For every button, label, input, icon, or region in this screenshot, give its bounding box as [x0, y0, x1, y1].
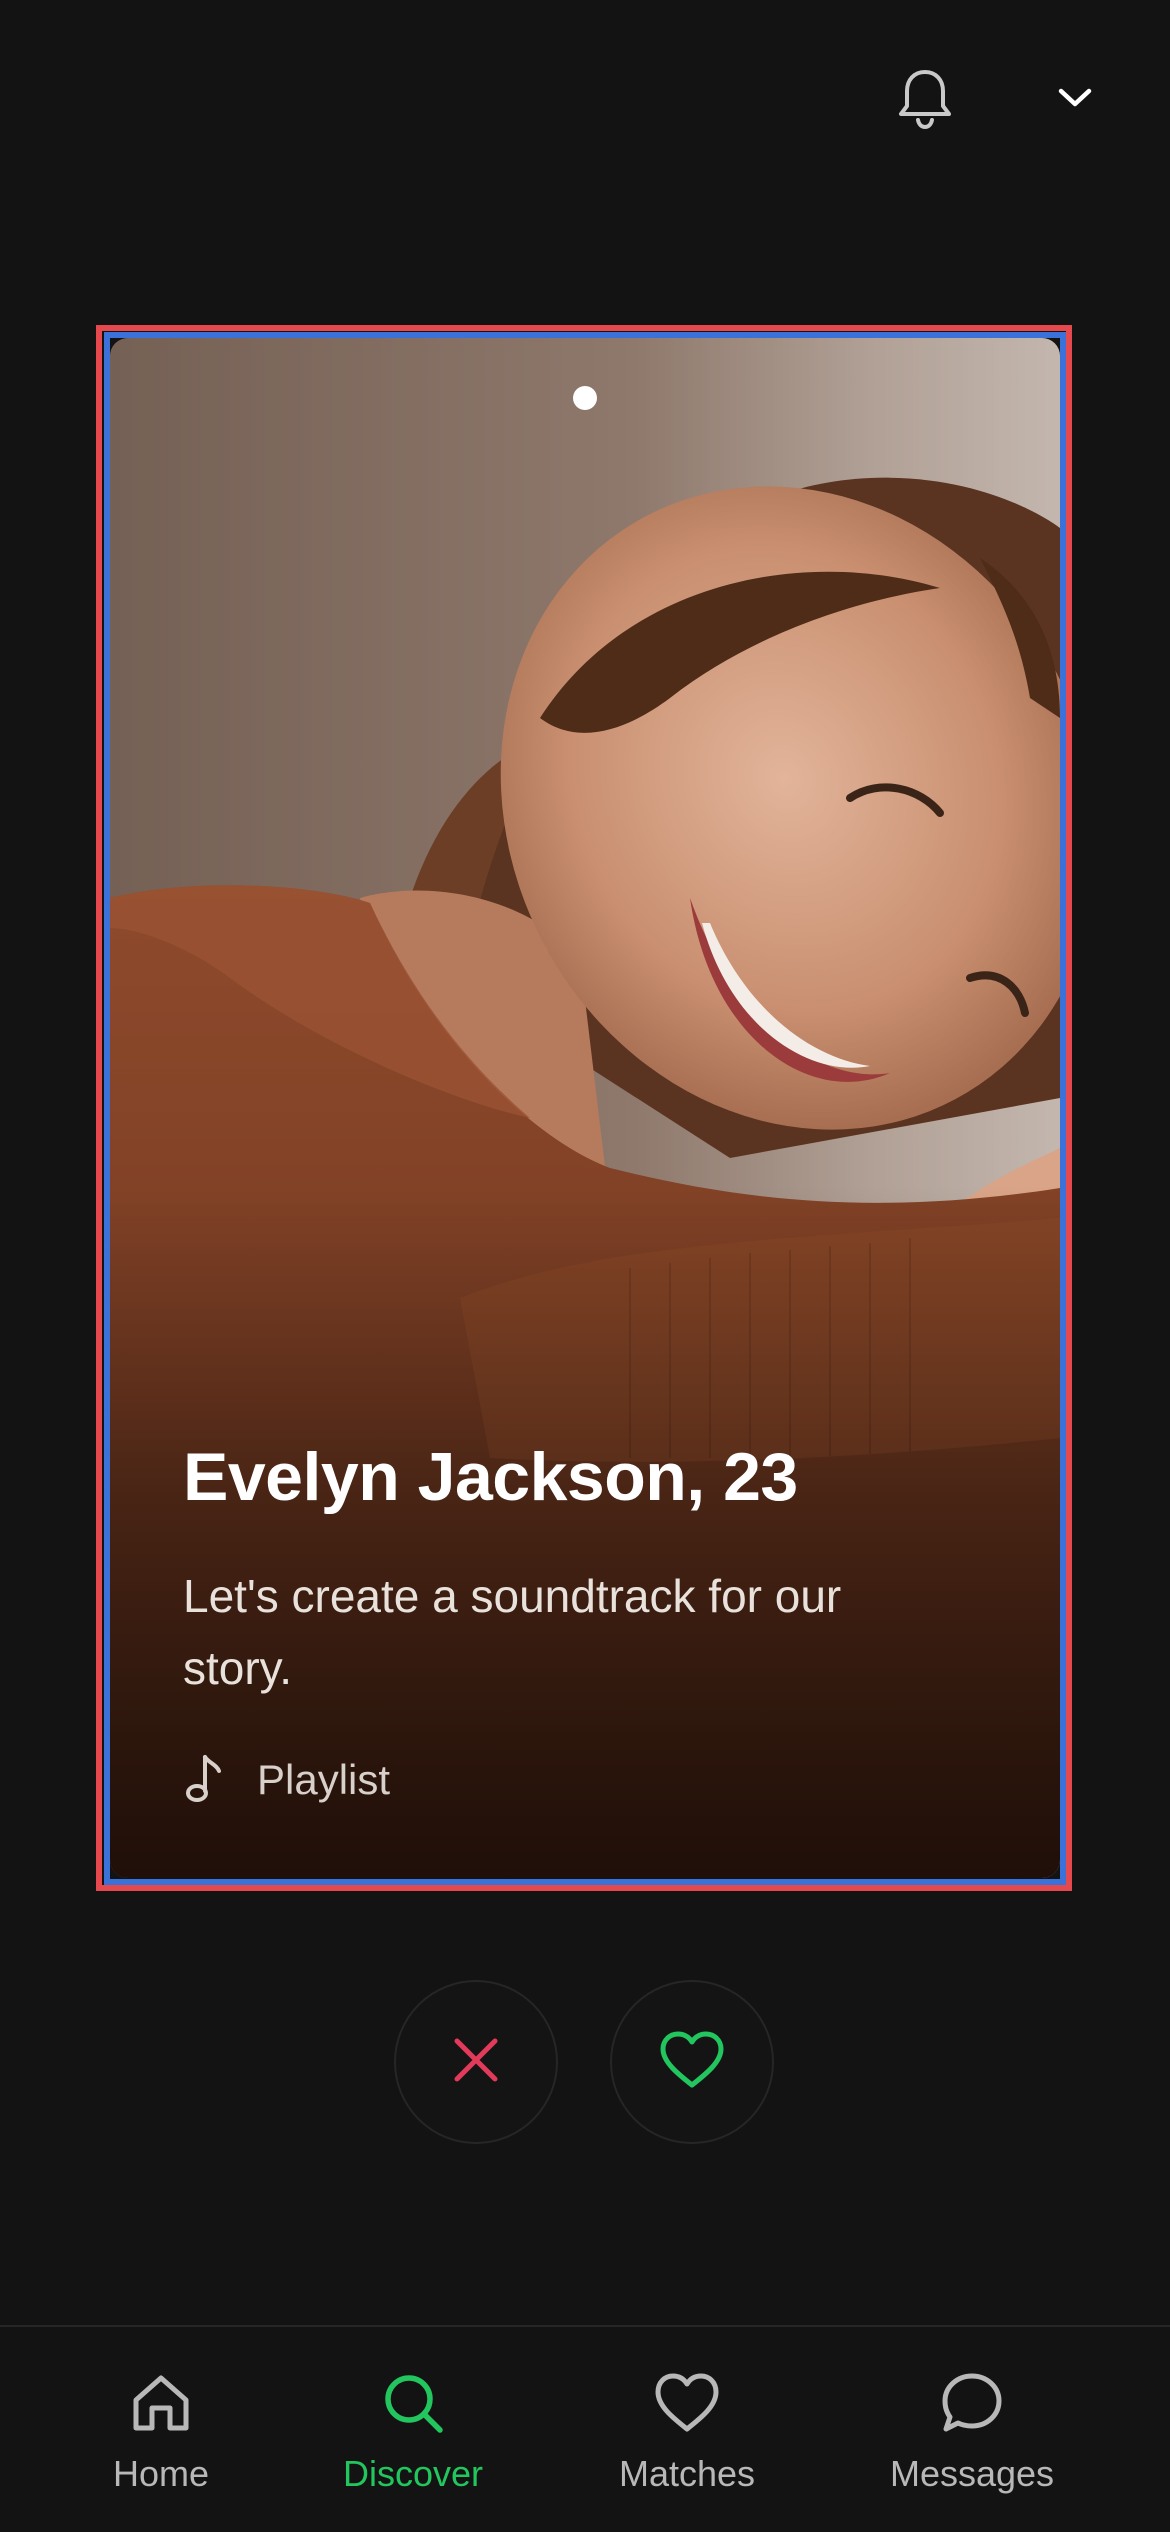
menu-dropdown-button[interactable] [1030, 55, 1120, 145]
dislike-button[interactable] [394, 1980, 558, 2144]
home-icon [125, 2367, 197, 2439]
top-bar [0, 0, 1170, 200]
nav-label-discover: Discover [342, 2453, 484, 2494]
nav-label-matches: Matches [618, 2453, 756, 2494]
photo-indicator-dot [573, 386, 597, 410]
heart-icon [651, 2367, 723, 2439]
playlist-label: Playlist [257, 1756, 391, 1803]
nav-item-home[interactable]: Home [31, 2367, 291, 2507]
chevron-down-icon [1057, 86, 1093, 115]
nav-item-matches[interactable]: Matches [557, 2367, 817, 2507]
music-note-icon [183, 1753, 223, 1808]
nav-label-messages: Messages [889, 2453, 1055, 2494]
notifications-button[interactable] [880, 55, 970, 145]
nav-label-home: Home [112, 2453, 210, 2494]
close-icon [451, 2035, 501, 2090]
profile-card[interactable]: Evelyn Jackson, 23 Let's create a soundt… [110, 338, 1060, 1878]
nav-item-messages[interactable]: Messages [842, 2367, 1102, 2507]
chat-bubble-icon [936, 2367, 1008, 2439]
heart-icon [658, 2030, 726, 2095]
like-button[interactable] [610, 1980, 774, 2144]
playlist-link[interactable]: Playlist [183, 1748, 390, 1812]
profile-name: Evelyn Jackson, 23 [183, 1439, 798, 1515]
bell-icon [896, 66, 954, 135]
search-icon [377, 2367, 449, 2439]
bottom-nav: Home Discover Matches Messages [0, 2325, 1170, 2532]
nav-item-discover[interactable]: Discover [283, 2367, 543, 2507]
profile-bio: Let's create a soundtrack for our story. [183, 1570, 842, 1694]
